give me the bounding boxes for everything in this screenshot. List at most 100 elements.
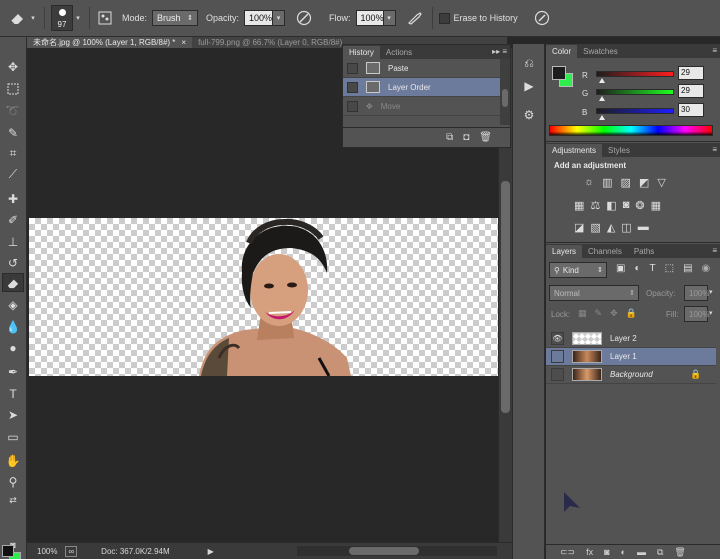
properties-panel-icon[interactable]: ⚙ [519,106,539,124]
stamp-tool-icon[interactable]: ⊥ [2,232,24,251]
new-document-from-state-icon[interactable]: ⧉ [446,132,453,143]
layer-fill-input[interactable]: 100% [684,306,709,322]
panel-menu-icon[interactable]: ▸▸ ≡ [492,47,507,56]
brush-panel-toggle-icon[interactable] [96,11,114,25]
layer-row-selected[interactable]: Layer 1 [546,348,716,366]
layer-name[interactable]: Layer 1 [610,352,637,361]
slider-knob[interactable] [599,115,605,120]
hue-saturation-icon[interactable]: ▦ [574,199,584,212]
add-mask-icon[interactable]: ◙ [604,547,609,557]
swap-colors-icon[interactable]: ⇄ [2,491,24,510]
lasso-tool-icon[interactable]: ➰ [2,101,24,120]
history-brush-tool-icon[interactable]: ↺ [2,253,24,272]
layer-row[interactable]: 👁 Layer 2 [546,330,716,348]
new-adjustment-layer-icon[interactable]: ◐ [621,547,626,557]
pen-tool-icon[interactable]: ✒ [2,362,24,381]
layer-style-icon[interactable]: fx [586,547,593,557]
blue-slider[interactable] [596,108,674,114]
chevron-down-icon[interactable]: ▾ [73,14,83,22]
history-item-selected[interactable]: Layer Order [343,78,510,97]
visibility-toggle[interactable] [551,350,564,363]
color-lookup-icon[interactable]: ▦ [651,199,661,212]
levels-icon[interactable]: ▥ [602,176,612,189]
healing-tool-icon[interactable]: ✚ [2,189,24,208]
history-brush-source-box[interactable] [347,100,358,112]
paint-bucket-tool-icon[interactable]: ◈ [2,295,24,314]
brightness-icon[interactable]: ☼ [584,176,594,189]
tab-paths[interactable]: Paths [628,245,660,258]
new-layer-icon[interactable]: ⧉ [657,547,663,558]
color-fg-swatch[interactable] [552,66,566,80]
flow-dropdown[interactable]: ▾ [383,10,396,26]
flow-input[interactable]: 100% [355,10,384,26]
history-panel-icon[interactable]: ⎌ [519,54,539,72]
close-icon[interactable]: × [181,38,186,47]
slider-knob[interactable] [599,78,605,83]
tab-color[interactable]: Color [546,45,578,58]
quick-select-tool-icon[interactable]: ✎ [2,123,24,142]
doc-info[interactable]: Doc: 367.0K/2.94M [101,547,169,556]
visibility-toggle[interactable] [551,368,564,381]
threshold-icon[interactable]: ◭ [607,221,615,234]
document-image[interactable] [29,218,498,376]
black-white-icon[interactable]: ◧ [606,199,616,212]
filter-shape-icon[interactable]: ⬚ [665,263,674,274]
lock-position-icon[interactable]: ✥ [610,308,618,319]
chevron-down-icon[interactable]: ▾ [709,288,713,296]
panel-menu-icon[interactable]: ≡ [712,46,717,55]
move-tool-icon[interactable]: ✥ [2,57,24,76]
zoom-level[interactable]: 100% [37,547,57,556]
red-value-input[interactable]: 29 [678,66,704,80]
eraser-tool-active-icon[interactable] [2,273,24,292]
tab-history[interactable]: History [343,46,380,59]
history-brush-source-box[interactable] [347,81,358,93]
photo-filter-icon[interactable]: ◙ [623,199,630,212]
exposure-icon[interactable]: ◩ [639,176,649,189]
panel-menu-icon[interactable]: ≡ [712,145,717,154]
erase-to-history-checkbox[interactable] [438,12,450,24]
filter-smart-icon[interactable]: ▤ [683,263,692,274]
opacity-input[interactable]: 100% [244,10,274,26]
lock-pixels-icon[interactable]: ✎ [595,308,603,319]
tab-document-2[interactable]: full-799.png @ 66.7% (Layer 0, RGB/8#) [192,37,348,48]
status-menu-icon[interactable]: ▶ [208,547,214,556]
chevron-down-icon[interactable]: ▾ [28,14,38,22]
pressure-opacity-icon[interactable] [293,10,315,26]
history-item[interactable]: Paste [343,59,510,78]
eyedropper-tool-icon[interactable]: ⟋ [2,165,24,184]
shape-tool-icon[interactable]: ▭ [2,427,24,446]
scroll-thumb[interactable] [502,89,508,107]
brush-tool-icon[interactable]: ✐ [2,210,24,229]
lock-transparent-icon[interactable]: ▦ [578,308,587,319]
link-layers-icon[interactable]: ⊂⊃ [560,547,575,558]
filter-toggle-icon[interactable]: ◉ [702,263,711,274]
filter-adjustment-icon[interactable]: ◐ [634,263,640,274]
history-scrollbar[interactable] [500,59,510,125]
red-slider[interactable] [596,71,674,77]
eraser-tool-icon[interactable] [6,11,28,25]
lock-all-icon[interactable]: 🔒 [626,308,637,319]
new-group-icon[interactable]: ▬ [637,547,646,557]
tab-styles[interactable]: Styles [602,144,636,157]
gradient-map-icon[interactable]: ▬ [638,221,649,234]
eye-icon[interactable]: 👁 [551,332,564,345]
color-balance-icon[interactable]: ⚖ [590,199,600,212]
brush-preset-picker[interactable]: 97 [51,5,73,31]
layer-filter-kind[interactable]: ⚲ Kind ⇕ [549,262,607,278]
zoom-tool-icon[interactable]: ⚲ [2,472,24,491]
blur-tool-icon[interactable]: 💧 [2,317,24,336]
airbrush-icon[interactable] [404,11,426,25]
chevron-down-icon[interactable]: ▾ [709,309,713,317]
horizontal-scrollbar[interactable] [297,546,497,556]
marquee-tool-icon[interactable] [2,79,24,98]
invert-icon[interactable]: ◪ [574,221,584,234]
opacity-dropdown[interactable]: ▾ [273,10,286,26]
camera-icon[interactable]: ◘ [463,132,469,143]
tab-adjustments[interactable]: Adjustments [546,144,603,157]
scroll-thumb[interactable] [501,181,510,413]
slider-knob[interactable] [599,96,605,101]
color-spectrum-ramp[interactable] [549,125,713,136]
pressure-size-icon[interactable] [531,10,553,26]
selective-color-icon[interactable]: ◫ [621,221,631,234]
hand-tool-icon[interactable]: ✋ [2,451,24,470]
